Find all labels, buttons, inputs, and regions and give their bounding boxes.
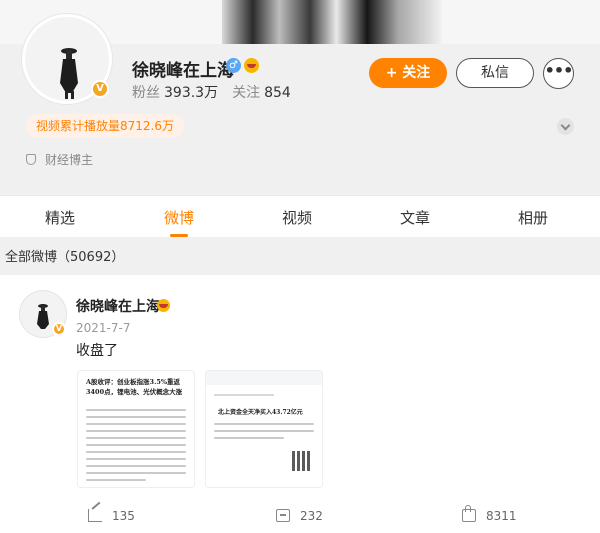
more-options-button[interactable]: ••• xyxy=(543,58,574,89)
following-label: 关注 xyxy=(232,85,261,101)
followers-count[interactable]: 393.3万 xyxy=(164,85,218,101)
tab-album[interactable]: 相册 xyxy=(518,207,548,228)
comment-button[interactable]: 232 xyxy=(276,509,323,523)
tab-featured[interactable]: 精选 xyxy=(45,207,75,228)
comment-count: 232 xyxy=(300,509,323,523)
emoji-badge-icon xyxy=(244,58,259,73)
post-image-2[interactable]: 北上资金全天净买入43.72亿元 xyxy=(205,370,323,488)
profile-name: 徐晓峰在上海 xyxy=(132,61,234,81)
image-headline: A股收评：创业板指涨3.5%重返3400点，锂电池、光伏概念大涨 xyxy=(86,378,183,396)
all-posts-title: 全部微博（50692） xyxy=(5,250,125,265)
post-actions: 135 232 8311 xyxy=(0,503,600,533)
profile-header: V 徐晓峰在上海 ♂ 粉丝 393.3万 关注 854 + 关注 私信 ••• 视频累… xyxy=(0,0,600,195)
tab-weibo[interactable]: 微博 xyxy=(164,207,194,237)
profile-stats: 粉丝 393.3万 关注 854 xyxy=(132,82,305,102)
qr-code-icon xyxy=(292,451,312,471)
like-button[interactable]: 8311 xyxy=(462,505,517,523)
image-text-lines xyxy=(86,409,186,486)
profile-tabs: 精选 微博 视频 文章 相册 xyxy=(0,195,600,237)
certification-label: 财经博主 xyxy=(45,153,94,167)
video-plays-badge: 视频累计播放量8712.6万 xyxy=(26,114,184,138)
post-date[interactable]: 2021-7-7 xyxy=(76,321,130,335)
message-button[interactable]: 私信 xyxy=(456,58,534,88)
post-author[interactable]: 徐晓峰在上海 xyxy=(76,296,160,316)
tab-video[interactable]: 视频 xyxy=(282,207,312,228)
post-card: 徐晓峰在上海 2021-7-7 收盘了 A股收评：创业板指涨3.5%重返3400… xyxy=(0,275,600,533)
post-text: 收盘了 xyxy=(76,343,118,359)
emoji-badge-icon xyxy=(157,299,170,312)
like-count: 8311 xyxy=(486,509,517,523)
comment-icon xyxy=(276,509,290,522)
gender-male-icon: ♂ xyxy=(226,58,241,73)
share-icon xyxy=(88,509,102,522)
follow-button[interactable]: + 关注 xyxy=(369,58,447,88)
repost-count: 135 xyxy=(112,509,135,523)
shield-icon xyxy=(26,154,36,165)
image-headline: 北上资金全天净买入43.72亿元 xyxy=(218,409,303,416)
tab-articles[interactable]: 文章 xyxy=(400,207,430,228)
image-text-lines xyxy=(214,423,314,444)
following-count[interactable]: 854 xyxy=(264,85,291,101)
image-subline xyxy=(214,394,274,396)
verified-v-icon: V xyxy=(52,322,66,336)
repost-button[interactable]: 135 xyxy=(88,509,135,523)
chevron-down-icon[interactable] xyxy=(557,118,574,135)
image-header-bar xyxy=(206,371,322,385)
certification: 财经博主 xyxy=(26,151,93,168)
post-image-1[interactable]: A股收评：创业板指涨3.5%重返3400点，锂电池、光伏概念大涨 xyxy=(77,370,195,488)
verified-v-icon: V xyxy=(91,80,109,98)
followers-label: 粉丝 xyxy=(132,85,160,101)
like-icon xyxy=(462,505,476,522)
